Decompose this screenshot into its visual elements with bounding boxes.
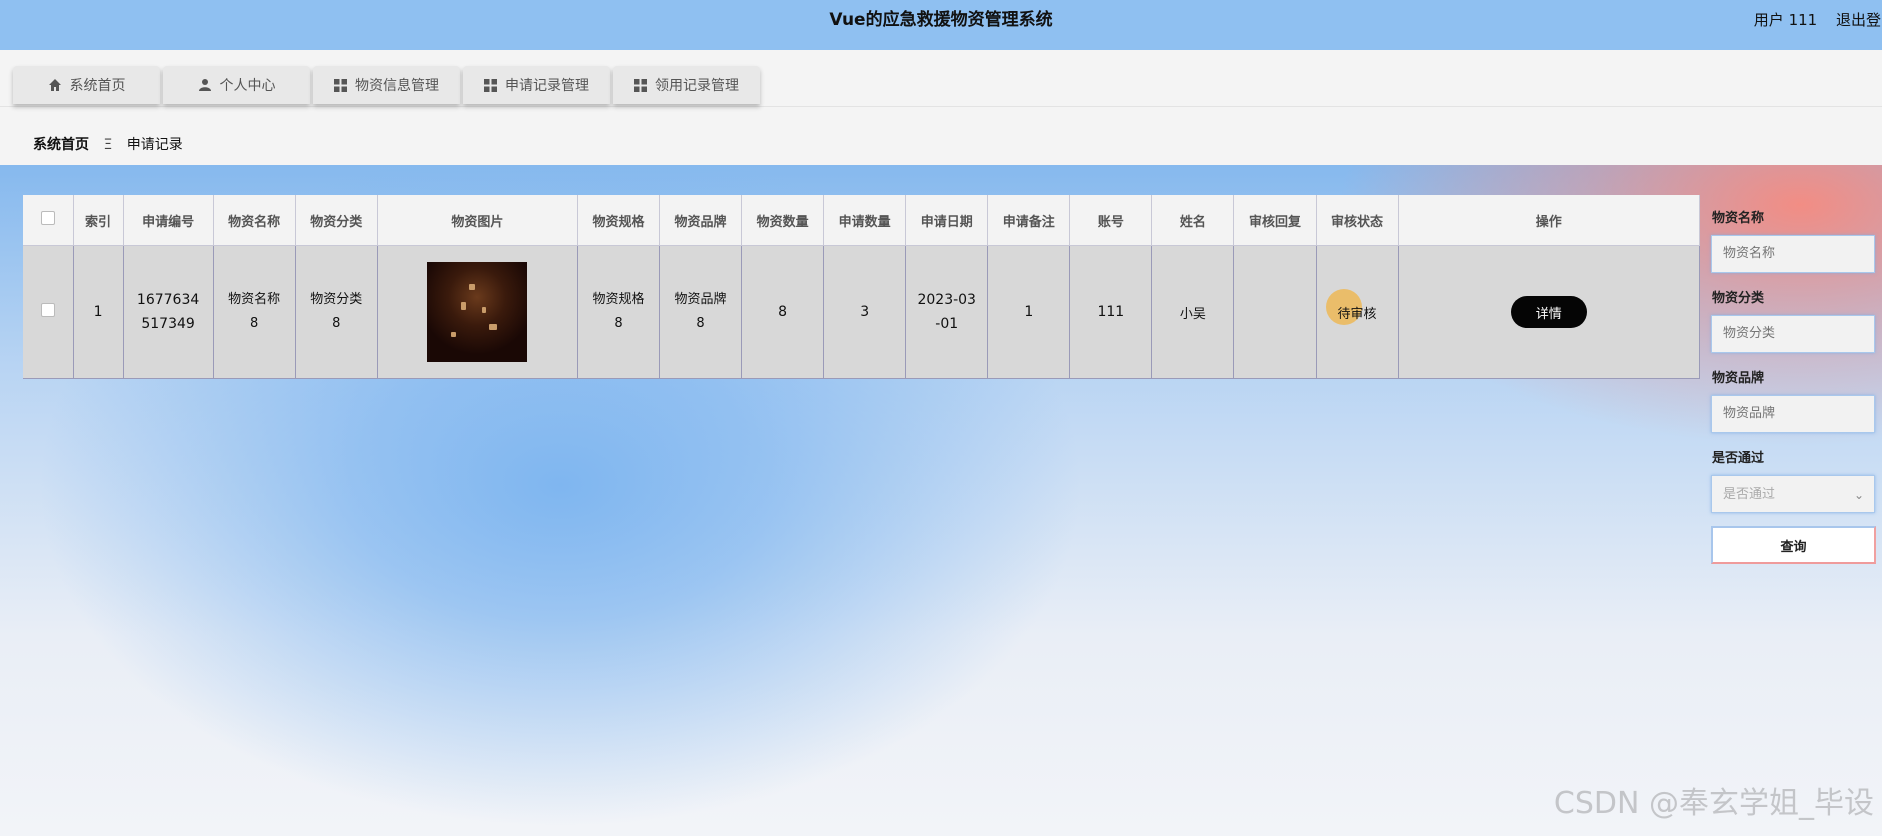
cell-brand: 物资品牌8 [659, 245, 743, 379]
top-header: Vue的应急救援物资管理系统 用户 111 退出登录 [0, 0, 1882, 50]
column-header: 审核回复 [1233, 195, 1317, 246]
grid-icon [634, 78, 647, 92]
user-label: 用户 111 [1753, 11, 1818, 29]
column-header: 索引 [73, 195, 124, 246]
column-header: 操作 [1398, 195, 1701, 246]
cell-category: 物资分类8 [295, 245, 378, 379]
records-table: 索引 申请编号 物资名称 物资分类 物资图片 物资规格 物资品牌 物资数量 申请… [23, 195, 1701, 379]
breadcrumb-current: 申请记录 [126, 137, 183, 153]
search-brand-input[interactable] [1711, 395, 1875, 433]
table-row: 1 1677634517349 物资名称8 物资分类8 物资规格8 物资品牌8 … [23, 245, 1701, 379]
app-title: Vue的应急救援物资管理系统 [829, 10, 1053, 30]
nav-item-label: 物资信息管理 [355, 78, 439, 94]
cell-apply-date: 2023-03-01 [905, 245, 989, 379]
column-header: 物资名称 [213, 195, 296, 246]
nav-item-label: 申请记录管理 [505, 78, 589, 94]
cell-person: 小吴 [1151, 245, 1235, 379]
cell-spec: 物资规格8 [577, 245, 661, 379]
breadcrumb-separator: Ξ [103, 137, 113, 153]
column-header: 姓名 [1151, 195, 1235, 246]
apply-no-text: 1677634517349 [136, 292, 200, 332]
nav-item-profile[interactable]: 个人中心 [163, 66, 310, 104]
detail-button[interactable]: 详情 [1510, 296, 1587, 328]
nav-bar: 系统首页 个人中心 物资信息管理 申请记录管理 领用记录管理 [0, 50, 1882, 107]
nav-item-home[interactable]: 系统首页 [13, 66, 160, 104]
status-wrap: 待审核 [1325, 288, 1377, 325]
row-checkbox[interactable] [40, 303, 55, 317]
search-pass-label: 是否通过 [1712, 451, 1765, 466]
row-select-cell [23, 245, 74, 379]
select-all-header [23, 195, 74, 246]
table-header-row: 索引 申请编号 物资名称 物资分类 物资图片 物资规格 物资品牌 物资数量 申请… [23, 195, 1701, 246]
breadcrumb-home[interactable]: 系统首页 [33, 137, 89, 153]
cell-actions: 详情 [1398, 245, 1701, 379]
nav-item-label: 领用记录管理 [655, 78, 739, 94]
chevron-down-icon: ⌄ [1853, 488, 1864, 502]
select-all-checkbox[interactable] [40, 211, 55, 225]
cell-image [377, 245, 578, 379]
search-category-label: 物资分类 [1712, 291, 1765, 306]
search-pass-select[interactable]: 是否通过 ⌄ [1711, 475, 1875, 513]
breadcrumb: 系统首页 Ξ 申请记录 [33, 134, 183, 154]
search-brand-label: 物资品牌 [1712, 371, 1765, 386]
column-header: 物资图片 [377, 195, 578, 246]
cell-status: 待审核 [1316, 245, 1399, 379]
supply-thumbnail [427, 262, 528, 362]
nav-item-label: 个人中心 [219, 78, 276, 94]
column-header: 申请编号 [123, 195, 214, 246]
search-name-input[interactable] [1711, 235, 1875, 273]
brand-text: 物资品牌8 [674, 292, 727, 331]
column-header: 申请备注 [987, 195, 1071, 246]
spec-text: 物资规格8 [592, 292, 645, 331]
cell-account: 111 [1069, 245, 1153, 379]
search-category-input[interactable] [1711, 315, 1875, 353]
nav-item-supplies[interactable]: 物资信息管理 [313, 66, 460, 104]
column-header: 审核状态 [1316, 195, 1399, 246]
logout-link[interactable]: 退出登录 [1836, 11, 1882, 29]
search-panel: 物资名称 物资分类 物资品牌 是否通过 是否通过 ⌄ 查询 [1700, 195, 1882, 836]
cell-index: 1 [73, 245, 124, 379]
column-header: 申请数量 [823, 195, 907, 246]
grid-icon [484, 78, 497, 92]
cell-apply-quantity: 3 [823, 245, 907, 379]
search-name-label: 物资名称 [1712, 211, 1765, 226]
nav-item-applications[interactable]: 申请记录管理 [463, 66, 610, 104]
user-icon [198, 78, 212, 92]
column-header: 物资分类 [295, 195, 378, 246]
name-text: 物资名称8 [228, 292, 281, 331]
grid-icon [334, 78, 347, 92]
query-button[interactable]: 查询 [1711, 526, 1876, 564]
status-text: 待审核 [1337, 306, 1377, 322]
apply-date-text: 2023-03-01 [917, 292, 976, 332]
nav-item-label: 系统首页 [69, 78, 126, 94]
watermark: CSDN @奉玄学姐_毕设 [1553, 786, 1874, 821]
category-text: 物资分类8 [310, 292, 363, 331]
column-header: 物资品牌 [659, 195, 743, 246]
column-header: 物资数量 [741, 195, 825, 246]
user-area: 用户 111 退出登录 [1754, 0, 1882, 40]
cell-remark: 1 [987, 245, 1071, 379]
column-header: 账号 [1069, 195, 1153, 246]
cell-reply [1233, 245, 1317, 379]
column-header: 申请日期 [905, 195, 989, 246]
column-header: 物资规格 [577, 195, 661, 246]
home-icon [48, 78, 62, 92]
cell-name: 物资名称8 [213, 245, 296, 379]
cell-apply-no: 1677634517349 [123, 245, 214, 379]
cell-quantity: 8 [741, 245, 825, 379]
records-table-wrap: 索引 申请编号 物资名称 物资分类 物资图片 物资规格 物资品牌 物资数量 申请… [23, 195, 1701, 379]
nav-item-receipts[interactable]: 领用记录管理 [613, 66, 760, 104]
select-placeholder: 是否通过 [1723, 487, 1776, 502]
